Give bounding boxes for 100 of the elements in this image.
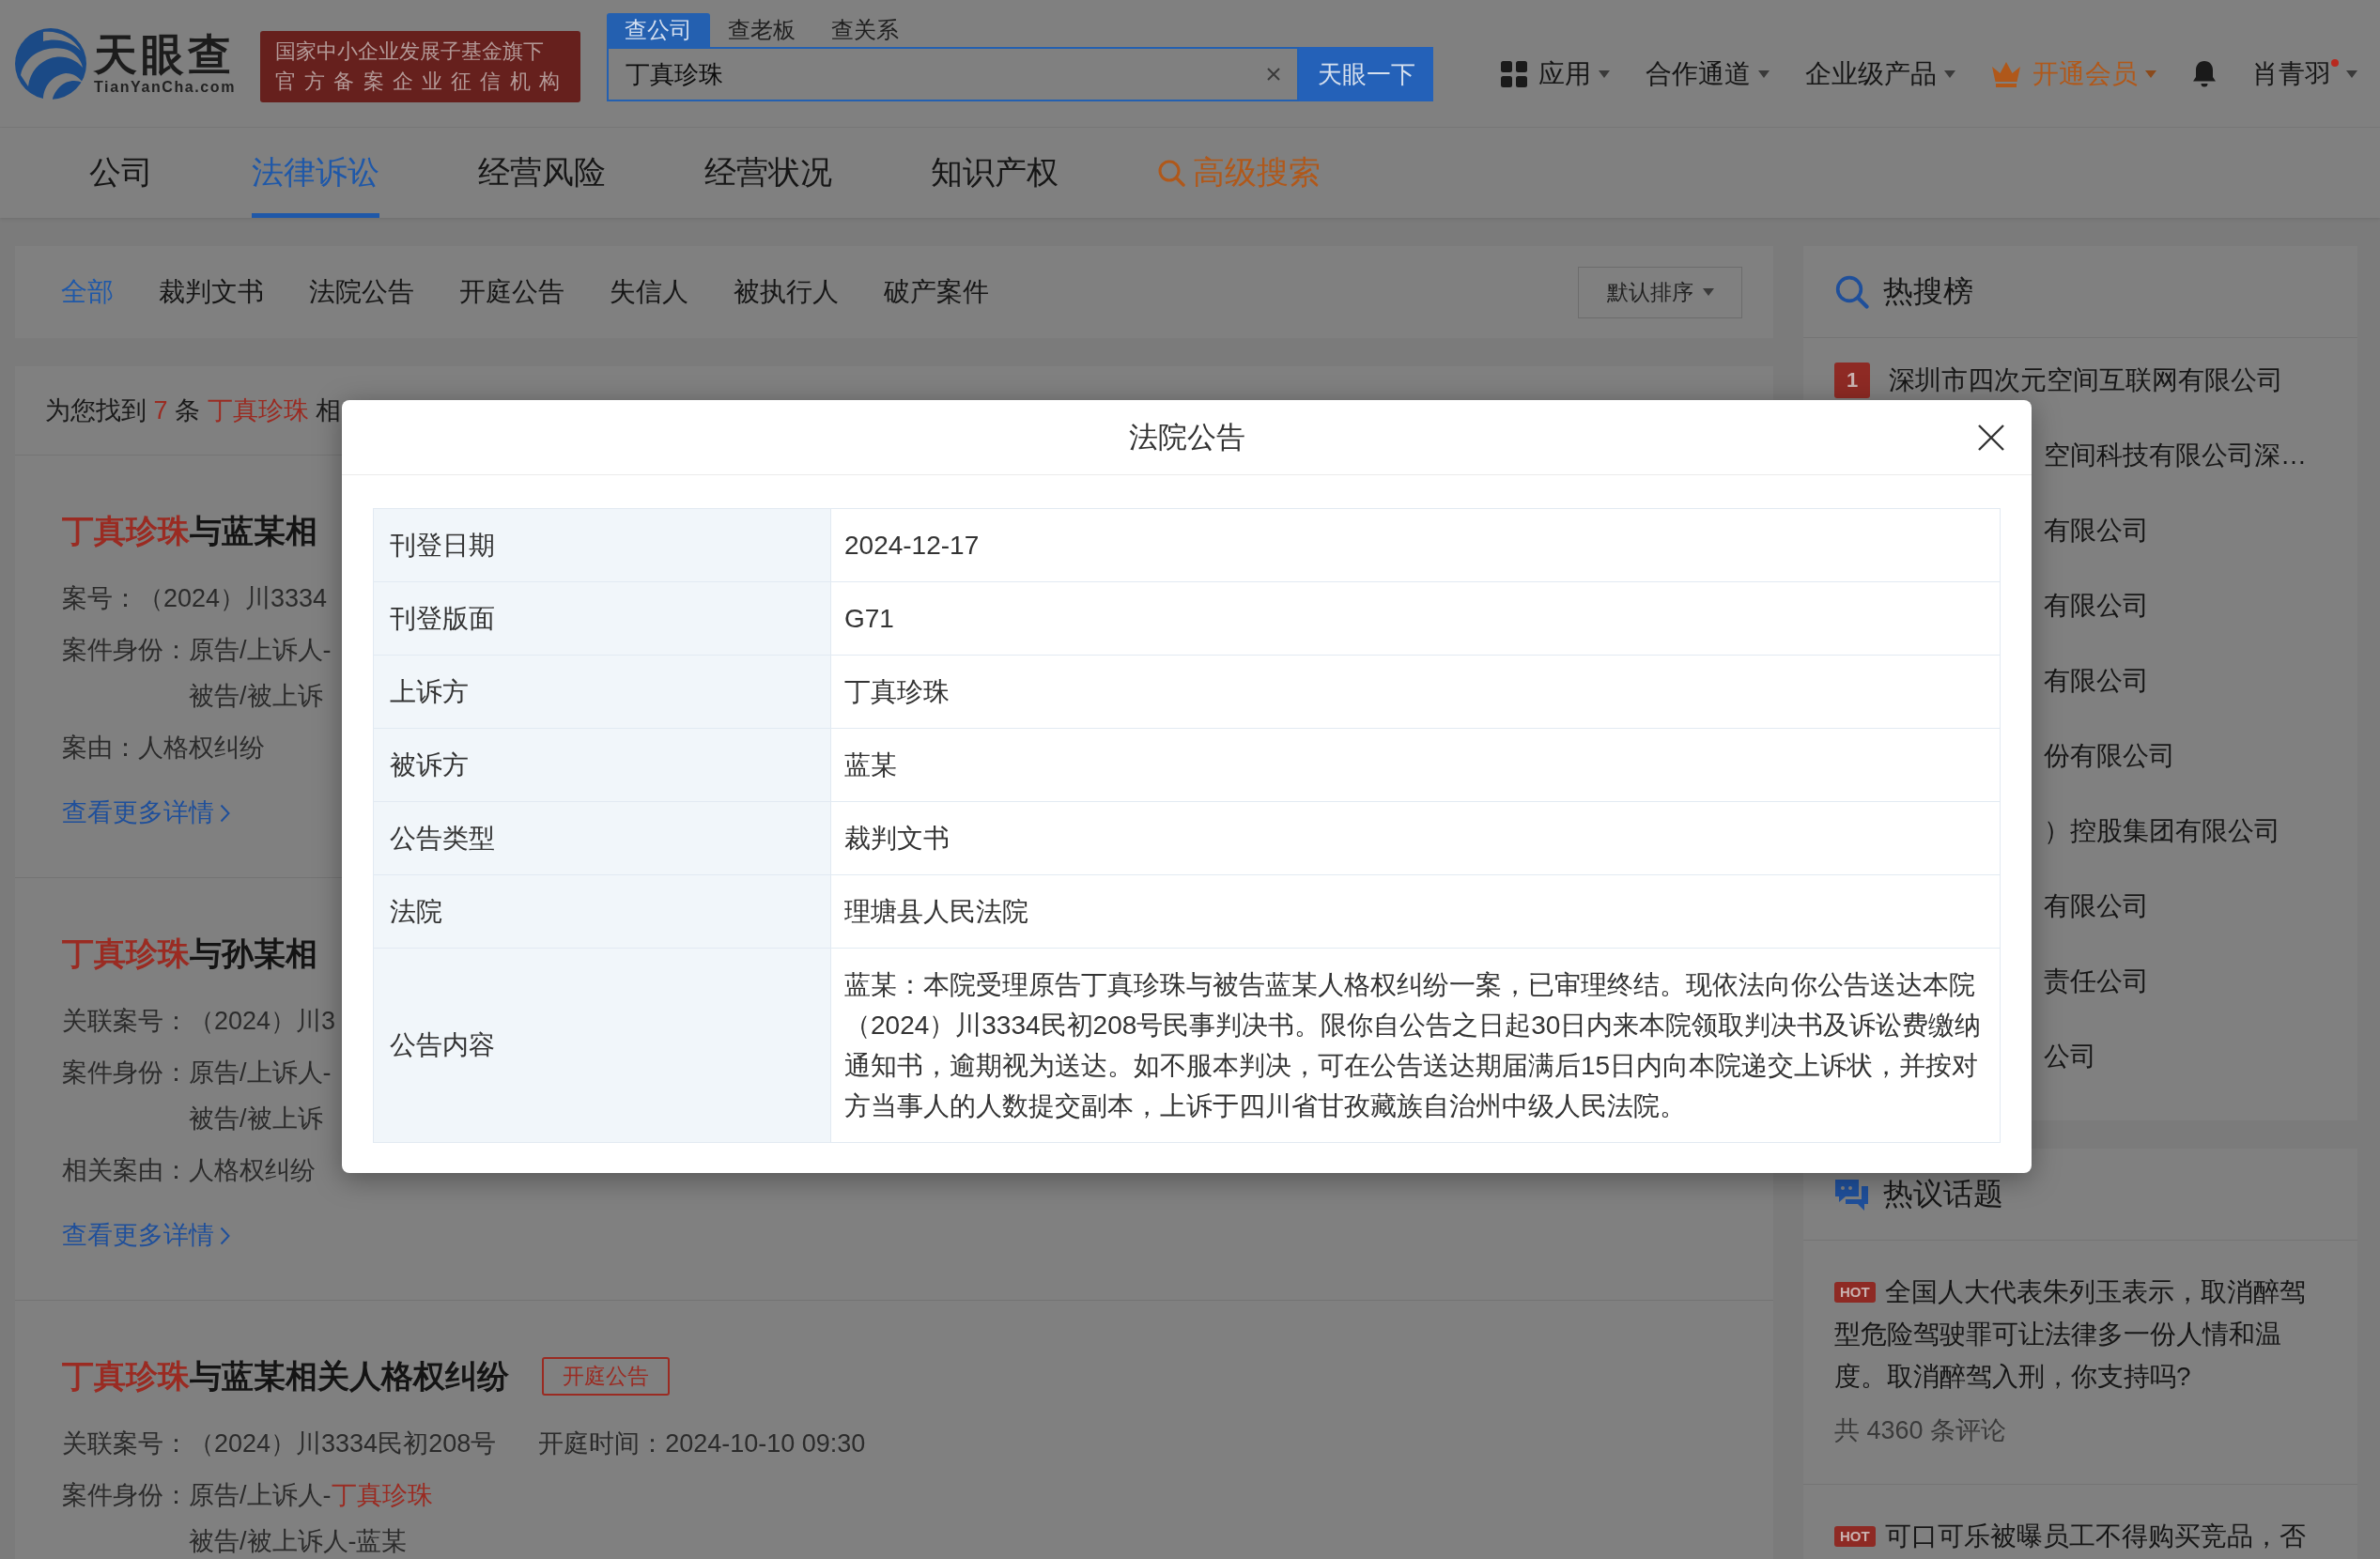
hot-tag: HOT: [1834, 1282, 1876, 1303]
chevron-right-icon: [220, 1226, 230, 1245]
value-cell: 蓝某: [831, 729, 2001, 802]
value-cell: 蓝某：本院受理原告丁真珍珠与被告蓝某人格权纠纷一案，已审理终结。现依法向你公告送达本院（2024）川3334民初208号民事判决书。限你自公告之日起30日内来本院领取判决书及诉讼费缴纳通知书，逾期视为送达。如不服本判决，可在公告送达期届满后15日内向本院递交上诉状，并按对方当事人的人数提交副本，上诉于四川省甘孜藏族自治州中级人民法院。: [831, 949, 2001, 1143]
banner-text: 国家中小企业发展子基金旗下: [275, 39, 544, 65]
rank-badge: 1: [1834, 363, 1870, 398]
caret-icon: [1702, 288, 1714, 296]
hot-search-link[interactable]: 有限公司: [2044, 590, 2149, 622]
value-cell: 理塘县人民法院: [831, 875, 2001, 949]
field-label: 关联案号：: [62, 1428, 189, 1459]
field-value: 人格权纠纷: [138, 733, 265, 764]
caret-icon: [1758, 70, 1770, 78]
value-cell: 裁判文书: [831, 802, 2001, 875]
hot-search-link[interactable]: 有限公司: [2044, 515, 2149, 547]
label-cell: 法院: [374, 875, 831, 949]
search-tab[interactable]: 查公司: [607, 13, 710, 47]
dialog-title: 法院公告: [1128, 419, 1245, 455]
field-label: 案件身份：: [62, 635, 189, 666]
field-label: 案件身份：: [62, 1480, 189, 1511]
grid-icon: [1501, 61, 1527, 87]
field-value: 原告/上诉人-丁真珍珠: [189, 1480, 433, 1511]
field-value: 2024-10-10 09:30: [665, 1428, 866, 1459]
case-type-tag: 开庭公告: [542, 1356, 670, 1396]
value-cell: 丁真珍珠: [831, 656, 2001, 729]
label-cell: 被诉方: [374, 729, 831, 802]
field-value: 原告/上诉人-: [189, 635, 332, 666]
search-tab[interactable]: 查关系: [813, 13, 917, 47]
value-cell: 2024-12-17: [831, 509, 2001, 582]
caret-icon: [1944, 70, 1955, 78]
field-label: 案件身份：: [62, 1057, 189, 1088]
hot-search-link[interactable]: ）控股集团有限公司: [2044, 815, 2280, 847]
topic-link[interactable]: HOT 可口可乐被曝员工不得购买竞品，否: [1834, 1515, 2326, 1557]
field-value: 被告/被上诉: [189, 681, 323, 712]
nav-menu[interactable]: 合作通道: [1646, 57, 1770, 91]
filter-tab[interactable]: 破产案件: [884, 274, 989, 310]
hot-search-link[interactable]: 有限公司: [2044, 665, 2149, 697]
search-tab[interactable]: 查老板: [710, 13, 813, 47]
filter-tab[interactable]: 失信人: [610, 274, 688, 310]
card-title: 热议话题: [1883, 1175, 2003, 1212]
bell-icon[interactable]: [2192, 60, 2217, 88]
field-value: （2024）川3334: [138, 583, 328, 614]
field-value: 原告/上诉人-: [189, 1057, 332, 1088]
field-value: （2024）川3: [189, 1006, 336, 1037]
close-icon[interactable]: [1977, 423, 2005, 452]
field-value: 被告/被上诉人-蓝某: [189, 1526, 408, 1557]
hot-search-link[interactable]: 空间科技有限公司深…: [2044, 440, 2307, 471]
label-cell: 上诉方: [374, 656, 831, 729]
label-cell: 公告类型: [374, 802, 831, 875]
value-cell: G71: [831, 582, 2001, 656]
chat-bubbles-icon: [1834, 1177, 1869, 1212]
caret-icon: [2346, 70, 2357, 78]
search-field[interactable]: 丁真珍珠: [607, 47, 1299, 101]
logo-title: 天眼查: [94, 31, 235, 78]
nav-tab[interactable]: 经营状况: [704, 128, 832, 218]
crown-icon: [1991, 61, 2021, 87]
user-menu[interactable]: 肖青羽: [2252, 57, 2357, 91]
hot-search-link[interactable]: 有限公司: [2044, 890, 2149, 922]
hot-search-link[interactable]: 深圳市四次元空间互联网有限公司: [1889, 364, 2283, 396]
label-cell: 刊登日期: [374, 509, 831, 582]
apps-menu[interactable]: 应用: [1501, 57, 1610, 91]
filter-tab[interactable]: 被执行人: [734, 274, 839, 310]
case-title: 丁真珍珠与蓝某相关人格权纠纷: [62, 1357, 509, 1396]
hot-search-link[interactable]: 份有限公司: [2044, 740, 2175, 772]
hot-tag: HOT: [1834, 1526, 1876, 1547]
filter-tab[interactable]: 法院公告: [309, 274, 414, 310]
filter-tab[interactable]: 裁判文书: [159, 274, 264, 310]
logo-domain: TianYanCha.com: [94, 78, 237, 97]
results-summary: 为您找到 7 条 丁真珍珠 相: [45, 395, 342, 426]
field-label: 案由：: [62, 733, 138, 764]
caret-icon: [1599, 70, 1610, 78]
label-cell: 刊登版面: [374, 582, 831, 656]
comment-count: 共 4360 条评论: [1834, 1415, 2008, 1446]
sort-dropdown[interactable]: 默认排序: [1578, 266, 1742, 318]
search-icon: [1834, 274, 1869, 309]
hot-search-link[interactable]: 公司: [2044, 1041, 2096, 1073]
search-icon: [1157, 159, 1185, 187]
nav-menu[interactable]: 企业级产品: [1805, 57, 1955, 91]
chevron-right-icon: [220, 803, 230, 823]
nav-tab[interactable]: 经营风险: [478, 128, 606, 218]
label-cell: 公告内容: [374, 949, 831, 1143]
field-label: 开庭时间：: [538, 1428, 666, 1459]
field-label: 案号：: [62, 583, 138, 614]
case-title: 丁真珍珠与孙某相: [62, 934, 317, 973]
field-value: 人格权纠纷: [189, 1155, 316, 1186]
field-value: （2024）川3334民初208号: [189, 1428, 497, 1459]
topic-link[interactable]: HOT 全国人大代表朱列玉表示，取消醉驾型危险驾驶罪可让法律多一份人情和温度。取消醉驾入刑，你支持吗?: [1834, 1271, 2326, 1397]
search-button[interactable]: 天眼一下: [1299, 47, 1433, 101]
card-title: 热搜榜: [1883, 272, 1973, 310]
hot-search-link[interactable]: 责任公司: [2044, 965, 2149, 997]
case-title: 丁真珍珠与蓝某相: [62, 512, 317, 550]
nav-tab[interactable]: 知识产权: [931, 128, 1059, 218]
field-label: 关联案号：: [62, 1006, 189, 1037]
field-label: 相关案由：: [62, 1155, 189, 1186]
swoosh-logo-icon: [15, 28, 86, 100]
clear-icon[interactable]: [1267, 68, 1280, 81]
banner-text: 官方备案企业征信机构: [275, 69, 568, 95]
filter-tab[interactable]: 开庭公告: [459, 274, 564, 310]
caret-icon: [2145, 70, 2156, 78]
nav-tab[interactable]: 公司: [89, 128, 153, 218]
field-value: 被告/被上诉: [189, 1104, 323, 1135]
